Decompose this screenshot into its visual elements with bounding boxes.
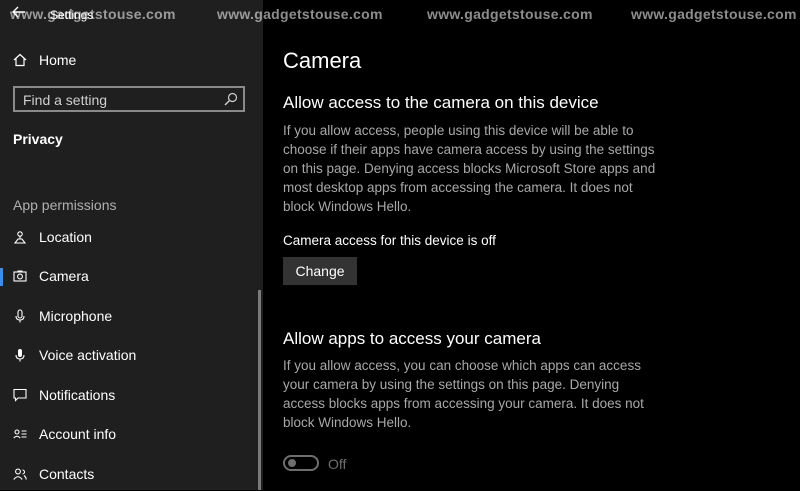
sidebar-item-notifications[interactable]: Notifications (0, 378, 263, 412)
search-box (13, 86, 245, 112)
sidebar-item-label: Account info (39, 426, 117, 442)
watermark: www.gadgetstouse.com (217, 6, 383, 22)
contacts-icon (13, 467, 27, 481)
group-header: App permissions (13, 197, 117, 213)
apps-access-heading: Allow apps to access your camera (283, 329, 541, 348)
device-access-description: If you allow access, people using this d… (283, 123, 656, 214)
apps-access-description: If you allow access, you can choose whic… (283, 358, 644, 430)
sidebar-item-label: Microphone (39, 308, 113, 324)
camera-icon (13, 269, 27, 283)
microphone-icon (13, 309, 27, 323)
sidebar-item-home[interactable]: Home (0, 44, 263, 76)
watermark: www.gadgetstouse.com (10, 6, 176, 22)
apps-access-toggle[interactable] (283, 455, 319, 471)
search-input[interactable] (23, 91, 213, 109)
title-bar: Settings www.gadgetstouse.com www.gadget… (0, 0, 800, 30)
watermark: www.gadgetstouse.com (427, 6, 593, 22)
sidebar-item-contacts[interactable]: Contacts (0, 457, 263, 491)
search-icon[interactable] (223, 91, 239, 107)
sidebar-item-label: Location (39, 229, 92, 245)
watermark: www.gadgetstouse.com (631, 6, 797, 22)
device-access-status: Camera access for this device is off (283, 233, 496, 248)
location-icon (13, 230, 27, 244)
sidebar-item-label: Voice activation (39, 347, 137, 363)
sidebar-scrollbar[interactable] (258, 290, 261, 490)
sidebar-item-microphone[interactable]: Microphone (0, 299, 263, 333)
toggle-state-label: Off (328, 456, 347, 472)
page-title: Camera (283, 48, 362, 73)
sidebar-item-location[interactable]: Location (0, 220, 263, 254)
toggle-knob (288, 459, 296, 467)
sidebar-item-label: Notifications (39, 387, 116, 403)
sidebar-item-label: Camera (39, 268, 89, 284)
account-info-icon (13, 427, 27, 441)
section-title: Privacy (13, 131, 63, 147)
sidebar-item-voice-activation[interactable]: Voice activation (0, 338, 263, 372)
sidebar-item-label: Contacts (39, 466, 95, 482)
voice-activation-icon (13, 348, 27, 362)
sidebar-item-label: Home (39, 52, 77, 68)
notifications-icon (13, 388, 27, 402)
sidebar-item-camera[interactable]: Camera (0, 259, 263, 293)
sidebar-item-account-info[interactable]: Account info (0, 417, 263, 451)
change-button[interactable]: Change (283, 257, 357, 285)
home-icon (13, 53, 27, 67)
device-access-heading: Allow access to the camera on this devic… (283, 93, 599, 112)
